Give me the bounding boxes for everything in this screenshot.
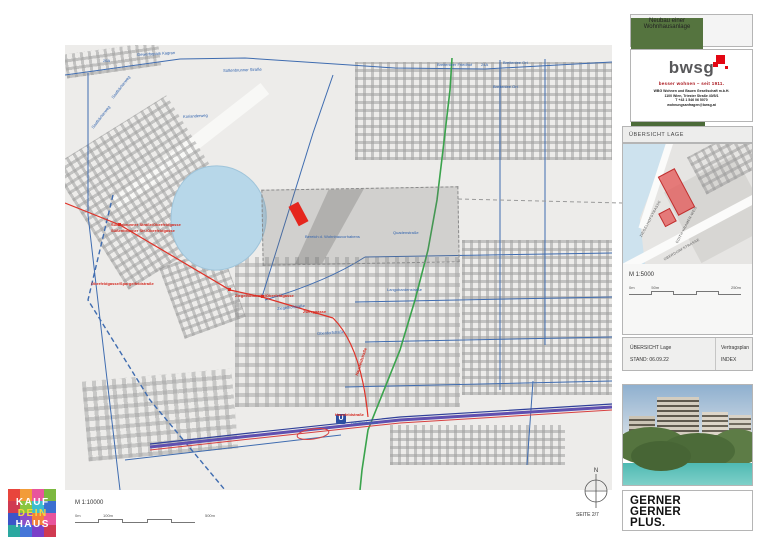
rendering-trees — [631, 441, 691, 471]
map-street-label: Saatbäckerweg — [111, 75, 131, 99]
bwsg-wordmark: bwsg — [669, 58, 714, 77]
developer-email: wohnungsanfragen@bwsg.at — [631, 103, 752, 108]
bwsg-logo: bwsg — [669, 59, 714, 76]
section-title-bar: ÜBERSICHT LAGE — [622, 126, 753, 143]
project-title-box: Neubau einer Wohnhausanlage Ziegelhofstr… — [630, 14, 753, 47]
map-street-label: Korianderweg — [183, 114, 208, 120]
minimap-labels: ZIEGELHOFSTRASSE EDITH-KRAMER-WEGOBERDORF… — [623, 144, 752, 264]
map-street-label: 24A — [481, 63, 488, 67]
kauf-dein-haus-text: KAUF DEIN HAUS — [8, 489, 56, 537]
map-street-label: Langobardenstraße — [387, 288, 422, 292]
map-street-label: Hausfeldstraße — [351, 421, 378, 425]
site-plan-map: U Gewerbepark Kagran26ASüßenbrunner Stra… — [65, 45, 612, 490]
bwsg-square-icon — [725, 66, 728, 69]
plan-kind: Vertragsplan — [721, 345, 749, 351]
map-street-label: Gewerbepark Kagran — [137, 51, 175, 57]
map-street-label: Zwerggasse — [303, 310, 326, 314]
map-street-label: Breitenlee Ort — [493, 85, 518, 89]
map-street-label: Süßenbrunner Straße/Oberfeldgasse — [111, 223, 181, 227]
page-number: SEITE 2/7 — [576, 512, 599, 518]
north-arrow: N — [578, 464, 614, 515]
detail-map: ZIEGELHOFSTRASSE EDITH-KRAMER-WEGOBERDORF… — [623, 144, 752, 264]
brand-word: DEIN — [16, 508, 47, 519]
map-street-label: Bereich d. Wohnbauvorhabens — [305, 235, 360, 239]
map-street-label: Süßenbrunner Str./Oberfeldgasse — [111, 229, 175, 233]
plan-type: ÜBERSICHT Lage — [630, 345, 671, 351]
map-street-label: 26A — [103, 59, 110, 63]
map-street-label: Quadenstraße — [393, 231, 419, 235]
developer-contact: WBG Wohnen und Bauen Gesellschaft m.b.H.… — [631, 89, 752, 108]
map-street-label: Ziegelhofstraße/Oberfeldgasse — [235, 294, 294, 298]
map-street-label: Breitenleer Friedhof — [437, 63, 472, 67]
map-scale: M 1:10000 0m100m500m — [75, 500, 215, 523]
plan-info-box: ÜBERSICHT Lage STAND: 06.09.22 Vertragsp… — [622, 337, 753, 371]
detail-map-panel: ZIEGELHOFSTRASSE EDITH-KRAMER-WEGOBERDORF… — [622, 143, 753, 335]
plan-date: STAND: 06.09.22 — [630, 357, 669, 363]
map-street-label: Ziegelhofstraße — [277, 304, 305, 311]
minimap-street-label: OBERDORFSTRASSE — [663, 238, 700, 262]
plan-sheet: U Gewerbepark Kagran26ASüßenbrunner Stra… — [0, 0, 770, 545]
map-labels: Gewerbepark Kagran 26A Süßenbrunner Straße… — [65, 45, 612, 490]
north-label: N — [594, 468, 598, 474]
map-street-label: Hausfeldstraße — [355, 348, 368, 377]
scale-bar — [629, 291, 741, 295]
bwsg-tagline: besser wohnen – seit 1911. — [631, 81, 752, 86]
developer-logo-box: bwsg besser wohnen – seit 1911. WBG Wohn… — [630, 49, 753, 122]
map-street-label: Oberfeldgasse/Spargelfeldstraße — [91, 282, 154, 286]
map-street-label: Breitenlee Ort — [503, 61, 528, 65]
minimap-street-label: ZIEGELHOFSTRASSE — [639, 200, 662, 238]
bwsg-square-icon — [713, 62, 718, 67]
scale-label: M 1:10000 — [75, 500, 215, 506]
brand-word: KAUF — [14, 497, 49, 508]
brand-word: HAUS — [14, 519, 50, 530]
divider — [715, 338, 716, 370]
scale-label: M 1:5000 — [629, 272, 746, 278]
architect-line: PLUS. — [630, 518, 745, 529]
detail-map-scale: M 1:5000 0m50m250m — [623, 264, 752, 295]
scale-bar — [75, 519, 195, 523]
project-rendering — [622, 384, 753, 486]
map-street-label: Hausfeldstraße — [335, 413, 364, 417]
minimap-street-label: EDITH-KRAMER-WEG — [675, 206, 698, 244]
map-street-label: Süßenbrunner Straße — [223, 68, 262, 74]
map-street-label: Saatbäckerweg — [91, 105, 111, 129]
map-street-label: Oberdorfstraße — [317, 330, 344, 336]
plan-index: INDEX — [721, 357, 736, 363]
architect-logo-box: GERNER GERNER PLUS. — [622, 490, 753, 531]
